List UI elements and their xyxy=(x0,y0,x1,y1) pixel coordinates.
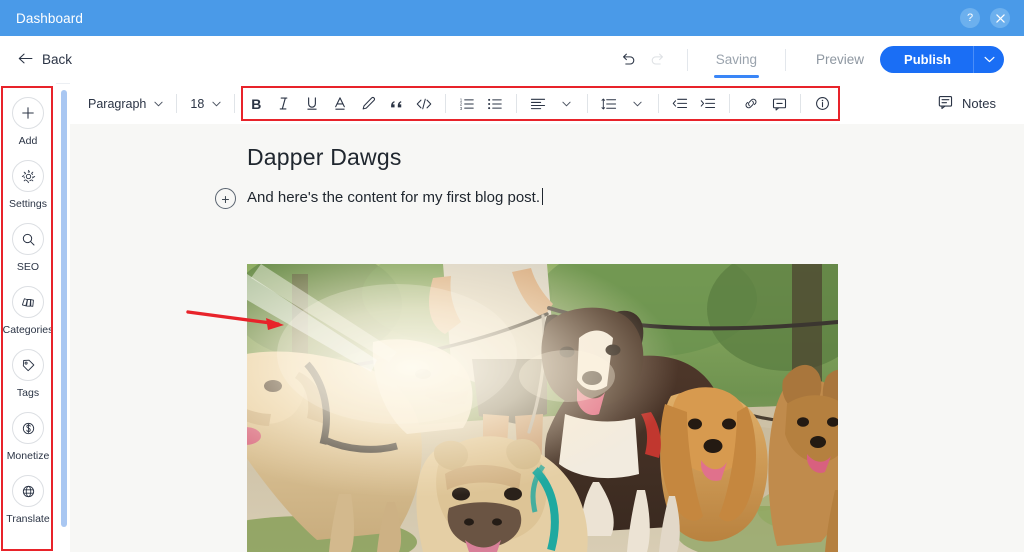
divider xyxy=(729,94,731,113)
italic-button[interactable] xyxy=(271,91,297,117)
divider xyxy=(516,94,518,113)
info-icon[interactable] xyxy=(809,91,835,117)
underline-button[interactable] xyxy=(299,91,325,117)
sidebar-label: Monetize xyxy=(6,450,50,462)
svg-text:3: 3 xyxy=(460,105,463,110)
bold-button[interactable]: B xyxy=(243,91,269,117)
align-icon[interactable] xyxy=(525,91,551,117)
divider xyxy=(445,94,447,113)
indent-icon[interactable] xyxy=(695,91,721,117)
search-icon xyxy=(12,223,44,255)
save-progress-bar xyxy=(713,75,760,78)
link-icon[interactable] xyxy=(738,91,764,117)
chevron-down-icon[interactable] xyxy=(973,46,1004,73)
code-block-icon[interactable] xyxy=(411,91,437,117)
font-size-value: 18 xyxy=(190,96,205,111)
undo-icon[interactable] xyxy=(613,45,643,75)
text-cursor xyxy=(542,188,544,205)
sidebar-label: SEO xyxy=(16,261,40,273)
font-size-select[interactable]: 18 xyxy=(184,93,227,115)
divider xyxy=(234,94,236,113)
sidebar-label: Tags xyxy=(16,387,40,399)
sidebar-items: Add Settings SEO Categories Tags Monetiz… xyxy=(0,83,56,525)
notes-icon xyxy=(938,95,954,113)
post-paragraph[interactable]: And here's the content for my first blog… xyxy=(247,188,544,206)
publish-button[interactable]: Publish xyxy=(880,46,973,73)
window-titlebar: Dashboard ? xyxy=(0,0,1024,36)
post-title[interactable]: Dapper Dawgs xyxy=(247,144,402,171)
back-label: Back xyxy=(42,52,73,67)
actionbar-right: Saving Preview Publish xyxy=(613,36,1024,83)
sidebar-item-tags[interactable]: Tags xyxy=(0,349,56,399)
redo-icon[interactable] xyxy=(643,45,673,75)
globe-icon xyxy=(12,475,44,507)
sidebar-item-categories[interactable]: Categories xyxy=(0,286,56,336)
sidebar-item-add[interactable]: Add xyxy=(0,97,56,147)
editor-toolbar: Paragraph 18 B 1 2 3 Notes xyxy=(70,83,1024,124)
help-icon[interactable]: ? xyxy=(960,8,980,28)
sidebar-label: Categories xyxy=(2,324,54,336)
chevron-down-icon xyxy=(154,99,163,109)
highlighter-icon[interactable] xyxy=(355,91,381,117)
anchor-icon[interactable] xyxy=(766,91,792,117)
plus-icon xyxy=(12,97,44,129)
sidebar-item-settings[interactable]: Settings xyxy=(0,160,56,210)
dogs-photo-illustration xyxy=(247,264,838,552)
save-status: Saving xyxy=(702,51,771,78)
editor-window: Dashboard ? Back Saving Preview Publish … xyxy=(0,0,1024,552)
blockquote-icon[interactable] xyxy=(383,91,409,117)
bulleted-list-icon[interactable] xyxy=(482,91,508,117)
divider xyxy=(785,48,787,71)
publish-button-group[interactable]: Publish xyxy=(880,46,1004,73)
paragraph-style-select[interactable]: Paragraph xyxy=(82,93,169,115)
dollar-circle-icon xyxy=(12,412,44,444)
editor-canvas[interactable]: Dapper Dawgs + And here's the content fo… xyxy=(70,124,1024,552)
paragraph-style-label: Paragraph xyxy=(88,96,147,111)
toolbar-left-group: Paragraph 18 B 1 2 3 xyxy=(82,91,836,117)
text-color-button[interactable] xyxy=(327,91,353,117)
editor-actionbar: Back Saving Preview Publish xyxy=(0,36,1024,84)
sidebar-label: Settings xyxy=(9,198,47,210)
close-icon[interactable] xyxy=(990,8,1010,28)
numbered-list-icon[interactable]: 1 2 3 xyxy=(454,91,480,117)
align-dropdown-chevron-icon[interactable] xyxy=(553,91,579,117)
add-block-button[interactable]: + xyxy=(215,188,236,209)
line-height-icon[interactable] xyxy=(596,91,622,117)
divider xyxy=(176,94,178,113)
preview-button[interactable]: Preview xyxy=(800,52,880,67)
tag-icon xyxy=(12,349,44,381)
save-status-label: Saving xyxy=(715,51,758,67)
divider xyxy=(587,94,589,113)
back-button[interactable]: Back xyxy=(18,52,72,67)
line-height-dropdown-chevron-icon[interactable] xyxy=(624,91,650,117)
chevron-down-icon xyxy=(212,99,221,109)
outdent-icon[interactable] xyxy=(667,91,693,117)
sidebar-label: Add xyxy=(18,135,38,147)
notes-label: Notes xyxy=(962,96,996,111)
divider xyxy=(658,94,660,113)
arrow-left-icon xyxy=(18,52,33,67)
sidebar-item-translate[interactable]: Translate xyxy=(0,475,56,525)
titlebar-actions: ? xyxy=(960,8,1010,28)
page-title: Dashboard xyxy=(16,10,83,26)
cards-icon xyxy=(12,286,44,318)
paragraph-text: And here's the content for my first blog… xyxy=(247,189,541,206)
sidebar-item-seo[interactable]: SEO xyxy=(0,223,56,273)
sidebar-item-monetize[interactable]: Monetize xyxy=(0,412,56,462)
divider xyxy=(686,48,688,71)
sidebar-label: Translate xyxy=(6,513,50,525)
left-sidebar[interactable]: Add Settings SEO Categories Tags Monetiz… xyxy=(0,83,56,552)
divider xyxy=(800,94,802,113)
notes-button[interactable]: Notes xyxy=(938,95,996,113)
post-image[interactable] xyxy=(247,264,838,552)
gear-icon xyxy=(12,160,44,192)
sidebar-scrollbar[interactable] xyxy=(61,90,67,527)
